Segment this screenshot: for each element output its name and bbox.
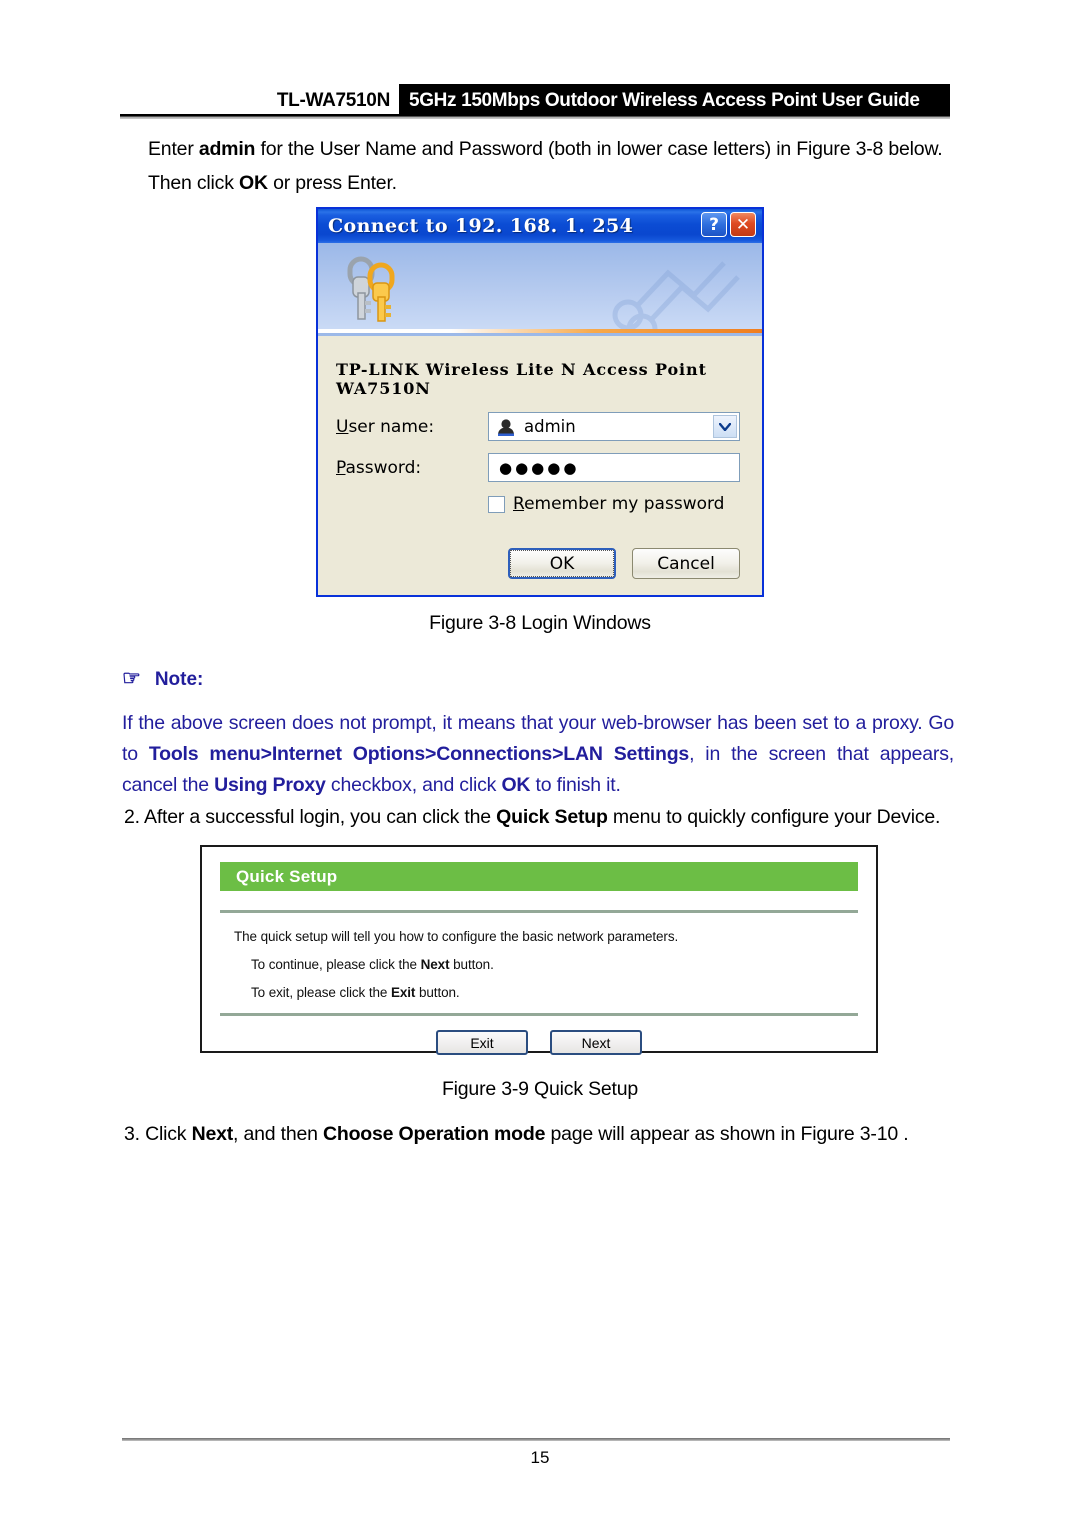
ok-button-label: OK [510,550,614,577]
dialog-actions: OK Cancel [508,548,740,579]
note-body: If the above screen does not prompt, it … [122,708,954,801]
note-text-4: to finish it. [530,774,621,796]
page-number: 15 [530,1448,550,1467]
login-form: User name: admin Password: ●●●●● Remembe… [318,398,762,514]
step-3-text-1: Click [139,1123,192,1145]
remember-password-row[interactable]: Remember my password [488,494,740,514]
note-heading: ☞ Note: [122,668,203,691]
login-dialog: Connect to 192. 168. 1. 254 ? ✕ TP-LINK … [316,207,764,597]
step-3-text-3: page will appear as shown in Figure 3-10… [545,1123,909,1145]
step-2-bold-quick-setup: Quick Setup [496,806,608,828]
password-row: Password: ●●●●● [336,453,740,482]
quick-setup-buttons: Exit Next [220,1030,858,1055]
quick-setup-line-3: To exit, please click the Exit button. [251,985,858,1000]
password-label: Password: [336,457,422,478]
quick-setup-line-2: To continue, please click the Next butto… [251,957,858,972]
dialog-realm-text: TP-LINK Wireless Lite N Access Point WA7… [336,360,707,398]
quick-setup-line-3-bold: Exit [390,985,416,1000]
intro-paragraph: Enter admin for the User Name and Passwo… [148,132,968,200]
username-row: User name: admin [336,412,740,441]
dialog-title-bar: Connect to 192. 168. 1. 254 ? ✕ [318,209,762,243]
step-2-text-2: menu to quickly configure your Device. [607,806,941,828]
note-bold-tools-path: Tools menu>Internet Options>Connections>… [148,743,690,765]
page-header: TL-WA7510N 5GHz 150Mbps Outdoor Wireless… [120,84,950,118]
dialog-window-controls: ? ✕ [701,212,756,237]
user-icon [498,418,514,436]
pointing-hand-icon: ☞ [122,667,141,690]
username-value: admin [524,417,576,436]
help-icon[interactable]: ? [701,212,727,237]
chevron-down-icon[interactable] [713,415,737,438]
keys-watermark-icon [612,261,740,333]
header-banner-title: 5GHz 150Mbps Outdoor Wireless Access Poi… [399,84,950,118]
close-icon[interactable]: ✕ [730,212,756,237]
dialog-title: Connect to 192. 168. 1. 254 [328,215,634,237]
figure-39-caption: Figure 3-9 Quick Setup [441,1078,639,1100]
remember-password-checkbox[interactable] [488,495,505,513]
dialog-banner [318,243,762,336]
remember-password-label: Remember my password [513,494,725,514]
header-divider [120,114,950,119]
quick-setup-header: Quick Setup [220,862,858,891]
figure-38-caption: Figure 3-8 Login Windows [429,612,651,634]
step-3-text-2: , and then [233,1123,323,1145]
intro-bold-admin: admin [198,138,256,160]
quick-setup-line-2-b: button. [449,957,494,972]
step-3-bold-next: Next [191,1123,234,1145]
next-button[interactable]: Next [550,1030,642,1055]
step-3-number: 3. [124,1123,140,1145]
quick-setup-panel: Quick Setup The quick setup will tell yo… [200,845,878,1055]
quick-setup-line-2-a: To continue, please click the [251,957,421,972]
step-2-paragraph: 2. After a successful login, you can cli… [124,800,969,834]
step-2-number: 2. [124,806,140,828]
header-model-name: TL-WA7510N [276,90,390,111]
quick-setup-body: The quick setup will tell you how to con… [220,913,858,1000]
keys-icon [347,256,395,322]
quick-setup-line-3-b: button. [415,985,460,1000]
quick-setup-line-2-bold: Next [420,957,450,972]
ok-button[interactable]: OK [508,548,616,579]
quick-setup-line-3-a: To exit, please click the [251,985,391,1000]
note-bold-ok: OK [501,774,531,796]
username-input[interactable]: admin [488,412,740,441]
exit-button[interactable]: Exit [436,1030,528,1055]
note-heading-label: Note: [154,669,204,690]
footer-divider [122,1438,950,1441]
password-input[interactable]: ●●●●● [488,453,740,482]
username-label: User name: [336,416,435,437]
quick-setup-divider-bottom [220,1013,858,1016]
quick-setup-line-1: The quick setup will tell you how to con… [234,929,679,944]
step-2-text-1: After a successful login, you can click … [139,806,497,828]
intro-text-1: Enter [148,138,199,160]
note-bold-using-proxy: Using Proxy [214,774,326,796]
step-3-paragraph: 3. Click Next, and then Choose Operation… [124,1117,969,1151]
intro-bold-ok: OK [239,172,268,194]
step-3-bold-operation-mode: Choose Operation mode [323,1123,546,1145]
intro-text-3: or press Enter. [267,172,397,194]
note-text-3: checkbox, and click [325,774,502,796]
cancel-button[interactable]: Cancel [632,548,740,579]
